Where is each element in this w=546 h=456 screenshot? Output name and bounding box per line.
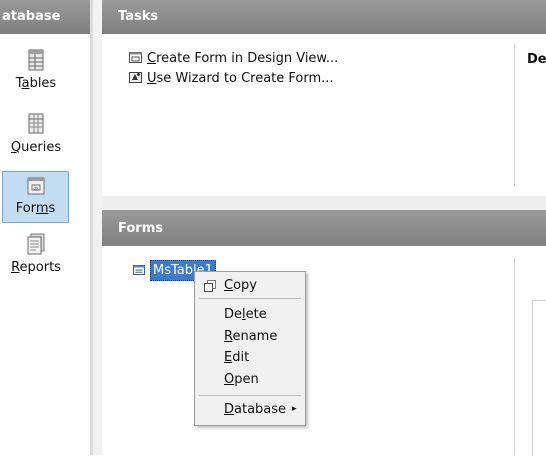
task-create-form-design-view[interactable]: Create Form in Design View... — [129, 50, 338, 68]
design-view-icon — [129, 51, 142, 63]
reports-icon — [22, 232, 50, 256]
context-menu: Copy Delete Rename Edit Open Database ▸ — [194, 271, 306, 426]
form-document-icon — [133, 262, 145, 275]
svg-text:OK: OK — [33, 186, 39, 190]
menu-item-rename[interactable]: Rename — [224, 327, 277, 347]
submenu-arrow-icon: ▸ — [292, 404, 297, 414]
forms-preview-divider — [514, 258, 515, 455]
copy-icon — [204, 280, 216, 292]
database-pane-header: atabase — [0, 0, 90, 34]
tasks-description-divider — [514, 44, 515, 186]
category-queries[interactable]: Queries — [0, 112, 72, 155]
menu-item-database[interactable]: Database — [224, 400, 286, 420]
menu-item-open[interactable]: Open — [224, 370, 259, 390]
tasks-header: Tasks — [102, 0, 546, 34]
menu-item-edit[interactable]: Edit — [224, 348, 249, 368]
category-label-tables: Tables — [15, 76, 57, 91]
task-use-wizard-create-form[interactable]: Use Wizard to Create Form... — [129, 70, 334, 88]
menu-separator — [199, 298, 301, 299]
category-label-reports: Reports — [11, 260, 61, 275]
description-label: Des — [527, 52, 546, 67]
category-reports[interactable]: Reports — [0, 232, 72, 275]
forms-header: Forms — [102, 210, 546, 246]
database-pane: atabase Tables Queries OK Forms Reports — [0, 0, 90, 455]
forms-icon: OK — [22, 175, 50, 199]
category-label-queries: Queries — [10, 140, 62, 155]
tables-icon — [22, 48, 50, 72]
preview-area — [532, 300, 546, 456]
menu-separator — [199, 395, 301, 396]
queries-icon — [22, 112, 50, 136]
category-label-forms: Forms — [15, 201, 56, 216]
menu-item-copy[interactable]: Copy — [224, 276, 257, 296]
category-forms[interactable]: OK Forms — [2, 171, 69, 223]
pane-divider-line — [90, 0, 93, 455]
wizard-icon — [129, 71, 142, 83]
panel-splitter[interactable] — [102, 196, 546, 210]
category-tables[interactable]: Tables — [0, 48, 72, 91]
menu-item-delete[interactable]: Delete — [224, 305, 267, 325]
